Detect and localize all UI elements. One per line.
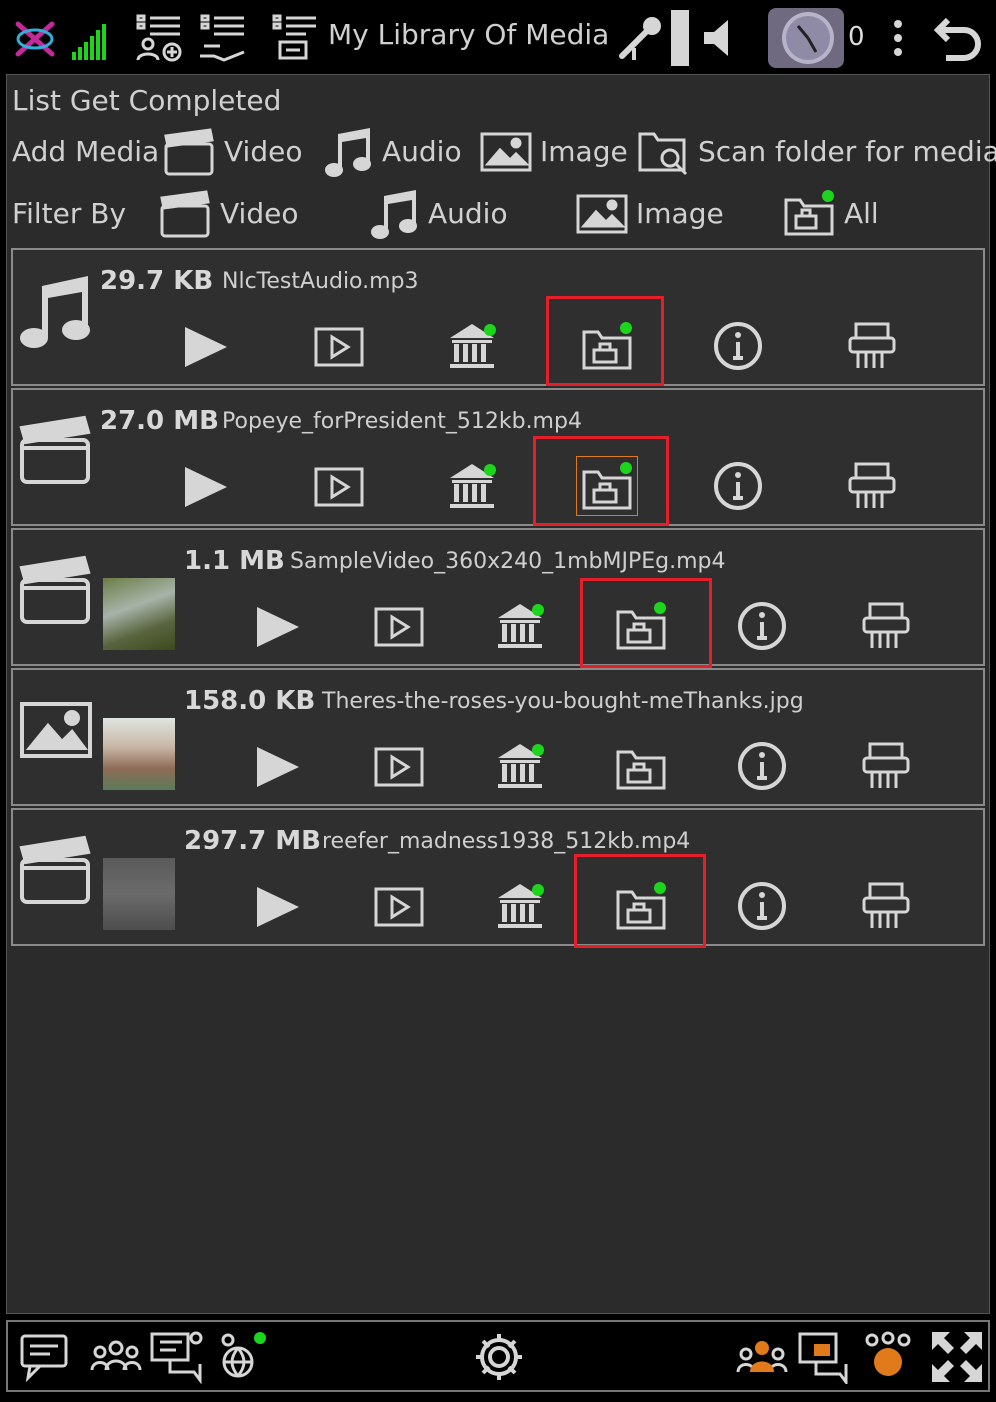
add-audio-label[interactable]: Audio	[382, 135, 462, 168]
info-icon[interactable]	[736, 880, 788, 932]
clock-avatar-icon[interactable]	[768, 8, 844, 68]
play-icon[interactable]	[180, 322, 230, 372]
play-icon[interactable]	[252, 882, 302, 932]
notification-count: 0	[848, 22, 865, 52]
shredder-icon[interactable]	[846, 320, 898, 372]
chat-icon[interactable]	[18, 1330, 70, 1382]
group-users-icon[interactable]	[88, 1330, 144, 1382]
media-list-icon[interactable]	[270, 12, 322, 64]
info-icon[interactable]	[736, 740, 788, 792]
share-folder-icon[interactable]	[614, 600, 668, 652]
group-chat-icon[interactable]	[150, 1328, 206, 1384]
signal-strength-icon	[70, 16, 112, 62]
shredder-icon[interactable]	[860, 740, 912, 792]
bottom-toolbar	[6, 1320, 990, 1392]
file-name[interactable]: Popeye_forPresident_512kb.mp4	[222, 409, 582, 434]
video-type-icon	[16, 410, 96, 490]
library-icon[interactable]	[494, 740, 548, 792]
speaker-icon[interactable]	[700, 16, 736, 60]
file-size: 27.0 MB	[100, 406, 219, 436]
status-text: List Get Completed	[12, 84, 282, 117]
preview-icon[interactable]	[372, 602, 426, 652]
fullscreen-icon[interactable]	[928, 1328, 986, 1386]
media-thumbnail[interactable]	[103, 718, 175, 790]
orange-globe-group-icon[interactable]	[860, 1328, 916, 1384]
file-size: 158.0 KB	[184, 686, 316, 716]
file-name[interactable]: SampleVideo_360x240_1mbMJPEg.mp4	[290, 549, 726, 574]
microphone-icon[interactable]	[612, 12, 666, 64]
file-name[interactable]: reefer_madness1938_512kb.mp4	[322, 829, 690, 854]
filter-by-label: Filter By	[12, 197, 127, 230]
add-video-button[interactable]	[164, 126, 216, 178]
library-icon[interactable]	[446, 460, 500, 512]
list-share-icon[interactable]	[198, 12, 250, 64]
share-folder-icon[interactable]	[614, 740, 668, 792]
add-media-label: Add Media	[12, 135, 160, 168]
top-toolbar: My Library Of Media 0	[0, 0, 996, 74]
filter-audio-label[interactable]: Audio	[428, 197, 508, 230]
video-type-icon	[16, 550, 96, 630]
video-type-icon	[16, 830, 96, 910]
volume-slider-bar[interactable]	[671, 10, 689, 66]
audio-type-icon	[16, 270, 96, 350]
preview-icon[interactable]	[312, 462, 366, 512]
filter-image-label[interactable]: Image	[636, 197, 724, 230]
share-folder-icon[interactable]	[576, 456, 638, 516]
preview-icon[interactable]	[312, 322, 366, 372]
library-icon[interactable]	[494, 880, 548, 932]
file-name[interactable]: NlcTestAudio.mp3	[222, 269, 419, 294]
library-icon[interactable]	[494, 600, 548, 652]
add-users-list-icon[interactable]	[134, 12, 186, 64]
image-type-icon	[16, 690, 96, 770]
play-icon[interactable]	[252, 742, 302, 792]
shredder-icon[interactable]	[846, 460, 898, 512]
filter-video-label[interactable]: Video	[220, 197, 298, 230]
filter-audio-button[interactable]	[370, 188, 420, 240]
filter-all-label[interactable]: All	[844, 197, 879, 230]
page-title: My Library Of Media	[328, 18, 610, 51]
settings-gear-icon[interactable]	[472, 1330, 526, 1384]
preview-icon[interactable]	[372, 742, 426, 792]
add-video-label[interactable]: Video	[224, 135, 302, 168]
back-icon[interactable]	[930, 12, 986, 64]
file-size: 297.7 MB	[184, 826, 321, 856]
add-image-button[interactable]	[480, 130, 532, 174]
orange-group-icon[interactable]	[734, 1330, 790, 1382]
share-folder-icon[interactable]	[580, 320, 634, 372]
shredder-icon[interactable]	[860, 600, 912, 652]
more-options-icon[interactable]	[886, 14, 910, 62]
globe-user-icon[interactable]	[214, 1328, 270, 1384]
file-name[interactable]: Theres-the-roses-you-bought-meThanks.jpg	[322, 689, 804, 714]
play-icon[interactable]	[252, 602, 302, 652]
file-size: 1.1 MB	[184, 546, 285, 576]
orange-chat-icon[interactable]	[796, 1328, 852, 1384]
preview-icon[interactable]	[372, 882, 426, 932]
add-audio-button[interactable]	[324, 126, 374, 178]
library-icon[interactable]	[446, 320, 500, 372]
app-logo-icon[interactable]	[12, 18, 58, 60]
shredder-icon[interactable]	[860, 880, 912, 932]
scan-folder-icon[interactable]	[638, 126, 690, 178]
file-size: 29.7 KB	[100, 266, 214, 296]
play-icon[interactable]	[180, 462, 230, 512]
filter-all-button[interactable]	[784, 188, 838, 240]
filter-image-button[interactable]	[576, 192, 628, 236]
info-icon[interactable]	[736, 600, 788, 652]
media-thumbnail[interactable]	[103, 578, 175, 650]
media-thumbnail[interactable]	[103, 858, 175, 930]
scan-folder-label[interactable]: Scan folder for media	[698, 135, 996, 168]
info-icon[interactable]	[712, 460, 764, 512]
info-icon[interactable]	[712, 320, 764, 372]
add-image-label[interactable]: Image	[540, 135, 628, 168]
filter-video-button[interactable]	[160, 188, 214, 240]
share-folder-icon[interactable]	[614, 880, 668, 932]
